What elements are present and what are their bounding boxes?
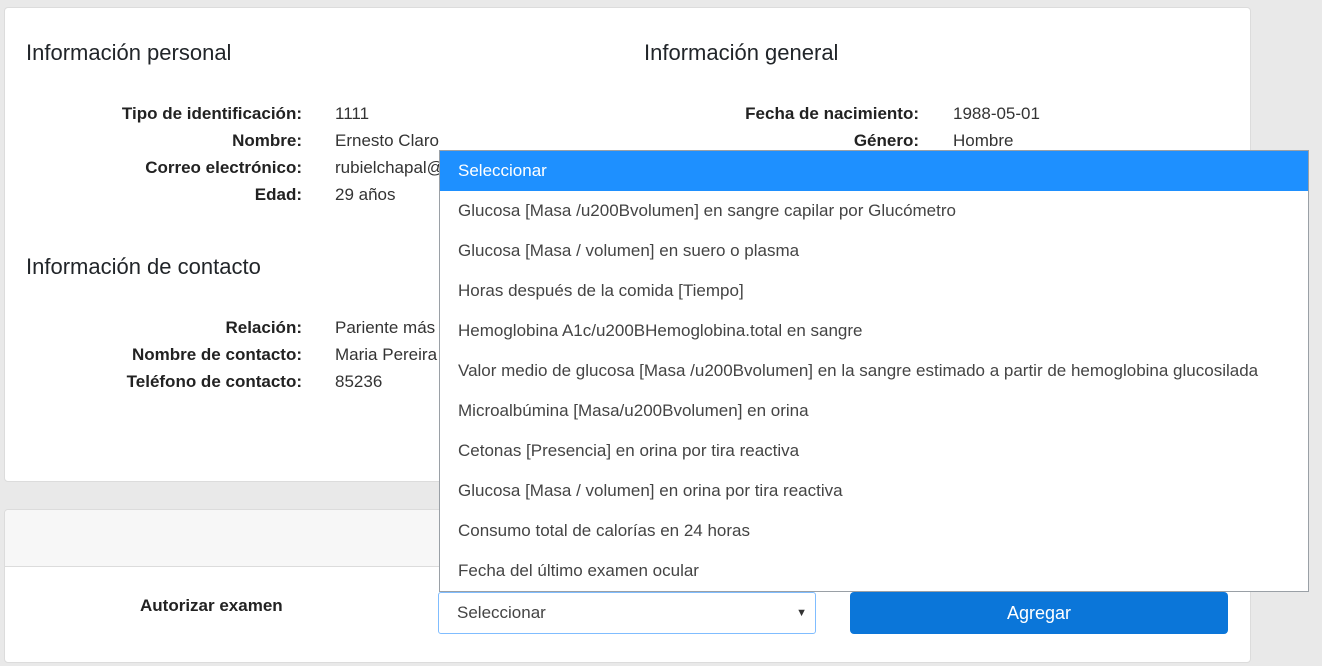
field-label: Correo electrónico: <box>145 158 302 177</box>
exam-select[interactable]: Seleccionar ▼ <box>438 592 816 634</box>
authorize-exam-label: Autorizar examen <box>140 596 283 615</box>
add-button[interactable]: Agregar <box>850 592 1228 634</box>
exam-select-value: Seleccionar <box>457 603 546 622</box>
exam-option[interactable]: Hemoglobina A1c/u200BHemoglobina.total e… <box>440 311 1308 351</box>
exam-option[interactable]: Glucosa [Masa /u200Bvolumen] en sangre c… <box>440 191 1308 231</box>
field-birthdate: Fecha de nacimiento: 1988-05-01 <box>0 100 1300 127</box>
exam-option[interactable]: Valor medio de glucosa [Masa /u200Bvolum… <box>440 351 1308 391</box>
field-value: 1988-05-01 <box>953 104 1040 123</box>
contact-info-section: Información de contacto <box>26 256 261 278</box>
contact-info-title: Información de contacto <box>26 254 261 279</box>
general-info-section: Información general <box>644 42 838 64</box>
caret-down-icon: ▼ <box>796 607 807 619</box>
field-label: Relación: <box>225 318 302 337</box>
field-value: 85236 <box>335 372 383 391</box>
exam-option[interactable]: Cetonas [Presencia] en orina por tira re… <box>440 431 1308 471</box>
exam-options-dropdown[interactable]: Seleccionar Glucosa [Masa /u200Bvolumen]… <box>439 150 1309 592</box>
field-value: Maria Pereira <box>335 345 438 364</box>
exam-option[interactable]: Seleccionar <box>440 151 1308 191</box>
general-info-title: Información general <box>644 40 839 65</box>
field-value: rubielchapal@ <box>335 158 444 177</box>
exam-option[interactable]: Glucosa [Masa / volumen] en suero o plas… <box>440 231 1308 271</box>
personal-info-section: Información personal <box>26 42 231 64</box>
field-label: Edad: <box>254 185 302 204</box>
exam-option[interactable]: Consumo total de calorías en 24 horas <box>440 511 1308 551</box>
personal-info-title: Información personal <box>26 40 232 65</box>
field-value: Pariente más <box>335 318 436 337</box>
field-label: Nombre de contacto: <box>131 345 302 364</box>
field-value: 29 años <box>335 185 396 204</box>
exam-option[interactable]: Fecha del último examen ocular <box>440 551 1308 591</box>
exam-option[interactable]: Horas después de la comida [Tiempo] <box>440 271 1308 311</box>
exam-option[interactable]: Microalbúmina [Masa/u200Bvolumen] en ori… <box>440 391 1308 431</box>
field-label: Teléfono de contacto: <box>126 372 302 391</box>
field-label: Fecha de nacimiento: <box>745 104 919 123</box>
exam-option[interactable]: Glucosa [Masa / volumen] en orina por ti… <box>440 471 1308 511</box>
